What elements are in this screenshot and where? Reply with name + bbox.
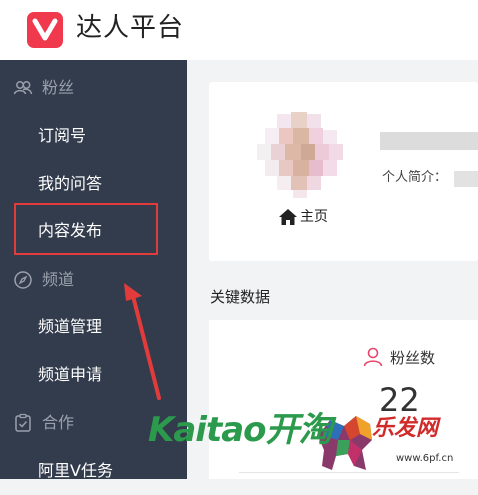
watermark-url: www.6pf.cn [396, 453, 454, 464]
watermark: Kaitao开淘 乐发网 www.6pf.cn [142, 400, 478, 479]
watermark-site-name: 乐发网 [372, 416, 439, 441]
watermark-brand: Kaitao开淘 [148, 410, 332, 450]
